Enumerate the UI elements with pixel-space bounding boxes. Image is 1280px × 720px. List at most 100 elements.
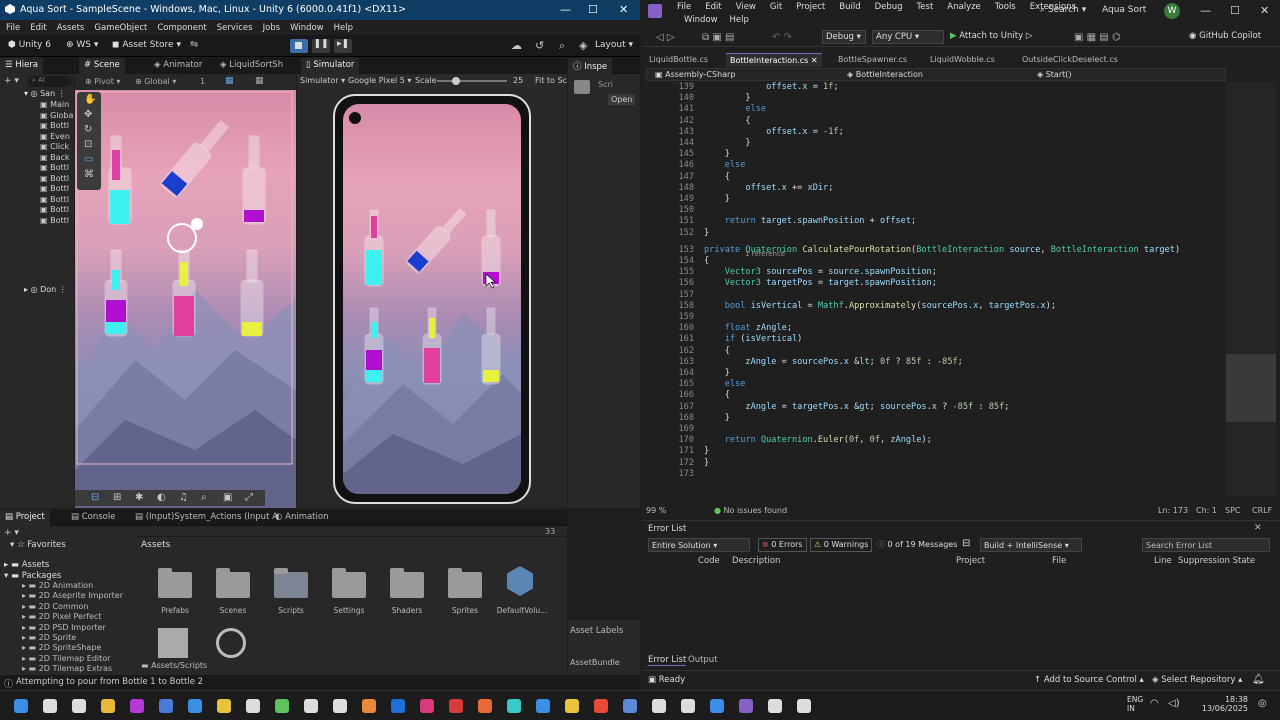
code-line[interactable]: 146 else — [642, 160, 1222, 171]
tab-output[interactable]: Output — [688, 655, 718, 665]
vs-menu-item[interactable]: Test — [917, 2, 934, 12]
terminal-icon[interactable] — [246, 699, 260, 713]
visual-studio-icon[interactable] — [739, 699, 753, 713]
hierarchy-item[interactable]: ▣ Bottl — [40, 195, 69, 204]
wifi-icon[interactable]: ◠ — [1150, 698, 1159, 709]
package-item[interactable]: ▸ ▬ 2D Animation — [22, 581, 93, 590]
vs-menu-item[interactable]: Git — [770, 2, 782, 12]
menu-help[interactable]: Help — [334, 23, 353, 33]
code-line[interactable]: 169 — [642, 424, 1222, 435]
package-item[interactable]: ▸ ▬ 2D Tilemap Extras — [22, 664, 112, 673]
line-ending[interactable]: CRLF — [1252, 506, 1272, 515]
code-line[interactable]: 161 if (isVertical) — [642, 334, 1222, 345]
file-explorer-icon[interactable] — [101, 699, 115, 713]
folder-label[interactable]: DefaultVolu... — [492, 606, 552, 615]
notification-center-icon[interactable]: ◎ — [1258, 698, 1267, 709]
code-line[interactable]: 173 — [642, 469, 1222, 480]
status-message[interactable]: Attempting to pour from Bottle 1 to Bott… — [16, 677, 203, 687]
menu-assets[interactable]: Assets — [57, 23, 85, 33]
messages-filter[interactable]: ⓘ 0 of 19 Messages — [877, 539, 957, 550]
app-icon[interactable] — [449, 699, 463, 713]
create-asset-button[interactable]: + ▾ — [4, 528, 19, 538]
hierarchy-search-input[interactable]: ⌕ Al — [28, 76, 72, 87]
code-line[interactable]: 165 else — [642, 379, 1222, 390]
code-line[interactable]: 150 — [642, 205, 1222, 216]
folder-icon[interactable] — [390, 568, 424, 598]
settings-asset-icon[interactable] — [216, 628, 246, 658]
errors-filter[interactable]: ⊗ 0 Errors — [758, 538, 807, 552]
folder-icon[interactable] — [332, 568, 366, 598]
grid-icon[interactable]: ▦ — [225, 76, 234, 86]
favorites-header[interactable]: ▾ ☆ Favorites — [10, 540, 66, 550]
menu-services[interactable]: Services — [217, 23, 253, 33]
vs-menu-item[interactable]: View — [736, 2, 756, 12]
zoom-level[interactable]: 99 % — [646, 506, 666, 515]
code-line[interactable]: 139 offset.x = 1f; — [642, 82, 1222, 93]
code-editor[interactable]: 139 offset.x = 1f; 140 } 141 else 142 {143 … — [642, 82, 1224, 497]
folder-icon[interactable] — [274, 568, 308, 598]
new-item-icon[interactable]: ⧉ ▣ ▤ — [702, 32, 734, 43]
github-copilot-button[interactable]: ◉ GitHub Copilot — [1189, 31, 1261, 41]
hierarchy-item[interactable]: ▣ Bottl — [40, 184, 69, 193]
workspace-dropdown[interactable]: ⊕ WS ▾ — [66, 40, 98, 50]
scale-slider[interactable] — [437, 77, 507, 85]
select-repository-button[interactable]: ◈ Select Repository ▴ — [1152, 675, 1242, 685]
office-icon[interactable] — [594, 699, 608, 713]
assets-tree[interactable]: ▸ ▬ Assets — [4, 560, 49, 570]
add-object-button[interactable]: + ▾ — [4, 76, 19, 86]
script-asset-icon[interactable] — [158, 628, 188, 658]
code-line[interactable]: 142 { — [642, 116, 1222, 127]
code-line[interactable]: 156 Vector3 targetPos = target.spawnPosi… — [642, 278, 1222, 289]
app-icon[interactable] — [217, 699, 231, 713]
app-icon[interactable] — [275, 699, 289, 713]
indent-mode[interactable]: SPC — [1225, 506, 1241, 515]
vs-close-icon[interactable]: ✕ — [1260, 4, 1269, 17]
code-line[interactable]: 159 — [642, 312, 1222, 323]
folder-icon[interactable] — [216, 568, 250, 598]
code-line[interactable]: 167 zAngle = targetPos.x &gt; sourcePos.… — [642, 402, 1222, 413]
build-intellisense-dropdown[interactable]: Build + IntelliSense ▾ — [980, 538, 1082, 552]
folder-label[interactable]: Scripts — [261, 606, 321, 615]
hierarchy-item[interactable]: ▣ Bottl — [40, 121, 69, 130]
code-line[interactable]: 145 } — [642, 149, 1222, 160]
assembly-dropdown[interactable]: ▣ Assembly-CSharp — [655, 70, 735, 79]
tab-scene[interactable]: # Scene — [79, 58, 125, 74]
github-icon[interactable] — [130, 699, 144, 713]
unity-icon[interactable] — [681, 699, 695, 713]
folder-label[interactable]: Settings — [319, 606, 379, 615]
col-code[interactable]: Code — [698, 556, 720, 566]
folder-label[interactable]: Shaders — [377, 606, 437, 615]
code-line[interactable]: 152} — [642, 228, 1222, 239]
vs-menu-item[interactable]: Project — [796, 2, 825, 12]
package-item[interactable]: ▸ ▬ 2D Sprite — [22, 633, 76, 642]
package-item[interactable]: ▸ ▬ 2D Pixel Perfect — [22, 612, 102, 621]
package-item[interactable]: ▸ ▬ 2D Aseprite Importer — [22, 591, 123, 600]
edge-icon[interactable] — [507, 699, 521, 713]
tab-bottleinteraction[interactable]: BottleInteraction.cs ✕ — [726, 53, 822, 67]
tab-animator[interactable]: ◈ Animator — [149, 58, 207, 74]
maximize-icon[interactable]: ☐ — [588, 3, 598, 16]
hierarchy-item[interactable]: ▣ Bottl — [40, 205, 69, 214]
hierarchy-item[interactable]: ▣ Globa — [40, 111, 73, 120]
brave-icon[interactable] — [478, 699, 492, 713]
folder-icon[interactable] — [158, 568, 192, 598]
volume-icon[interactable]: ◁) — [1168, 698, 1180, 709]
vs-menu-item[interactable]: Debug — [875, 2, 903, 12]
package-item[interactable]: ▸ ▬ 2D SpriteShape — [22, 643, 101, 652]
tab-liquidwobble[interactable]: LiquidWobble.cs — [930, 55, 995, 64]
app-icon[interactable] — [362, 699, 376, 713]
phone-screen[interactable] — [343, 104, 521, 494]
tab-input-actions[interactable]: ▤ (Input)System_Actions (Input A — [130, 510, 283, 526]
vscode-icon[interactable] — [536, 699, 550, 713]
menu-edit[interactable]: Edit — [30, 23, 46, 33]
account-button[interactable]: ⬢ Unity 6 — [8, 40, 51, 50]
filter-icon[interactable]: ⊟ — [962, 538, 970, 549]
add-source-control-button[interactable]: ↑ Add to Source Control ▴ — [1034, 675, 1144, 685]
code-line[interactable]: 147 { — [642, 172, 1222, 183]
hierarchy-item[interactable]: ▣ Click — [40, 142, 69, 151]
package-item[interactable]: ▸ ▬ 2D Tilemap Editor — [22, 654, 110, 663]
search-error-list-input[interactable]: Search Error List — [1142, 538, 1270, 552]
code-line[interactable]: 164 } — [642, 368, 1222, 379]
col-suppression[interactable]: Suppression State — [1178, 556, 1255, 566]
code-line[interactable]: 171} — [642, 446, 1222, 457]
